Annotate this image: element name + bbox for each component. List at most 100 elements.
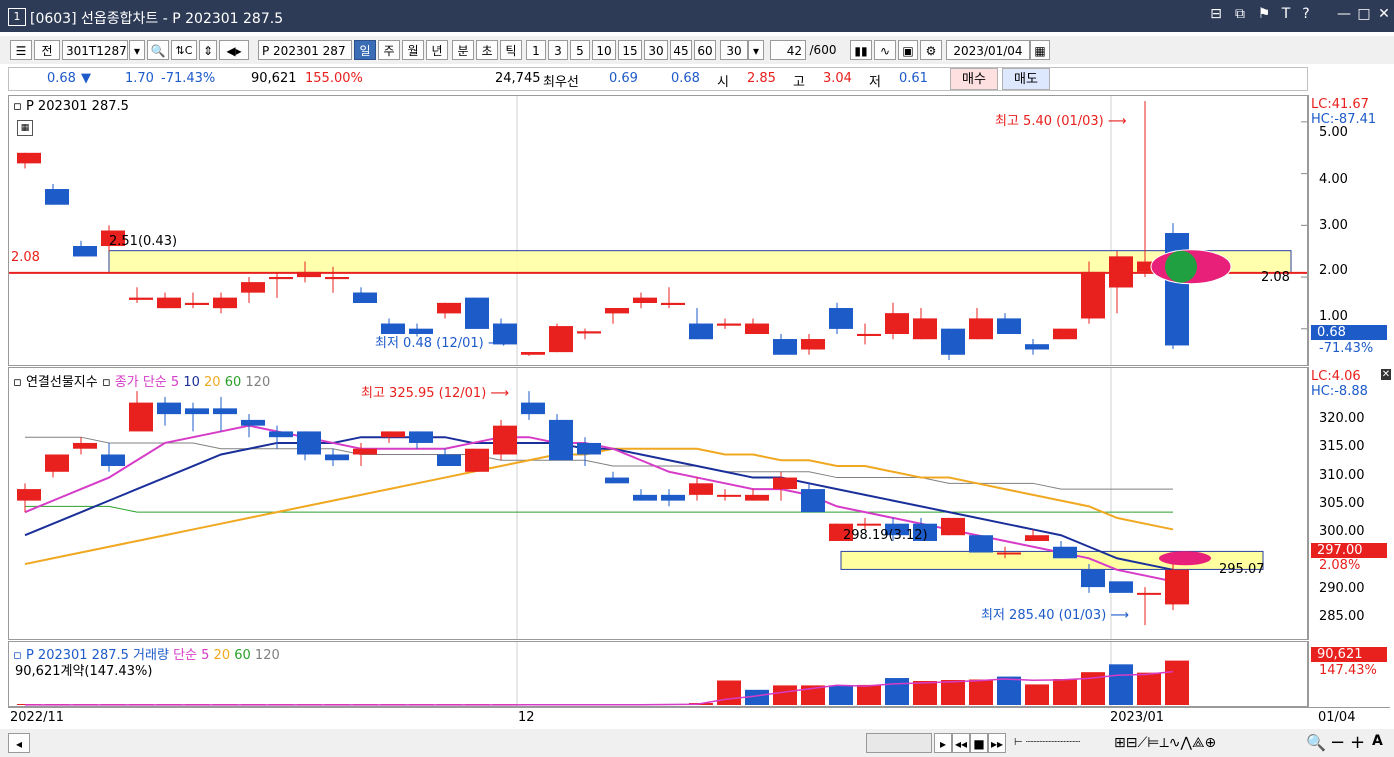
open-price: 2.85 [747,71,776,86]
candle-body [717,323,741,326]
period-year[interactable]: 년 [426,40,448,60]
volume-pane[interactable]: ▫ P 202301 287.5 거래량 단순 5 20 60 120 90,6… [8,641,1308,707]
table-icon[interactable]: ▦ [17,120,33,136]
close-icon[interactable]: ✕ [1374,6,1394,22]
price-high-note: 최고 5.40 (01/03) ⟶ [995,114,1127,129]
candle-body [521,402,545,415]
sell-button[interactable]: 매도 [1002,68,1050,90]
interval-60[interactable]: 60 [694,40,716,60]
full-button[interactable]: 전 [34,40,60,60]
scroll-left-icon[interactable]: ◂ [8,733,30,753]
index-tick-305: 305.00 [1319,496,1365,511]
forward-icon[interactable]: ▸▸ [988,733,1006,753]
volume-ma-120: 120 [254,648,280,663]
settings-gear-icon[interactable]: ⚙ [920,40,942,60]
candle-body [381,431,405,438]
date-label-nov: 2022/11 [10,710,65,725]
price-axis: LC:41.67 HC:-87.41 5.00 4.00 3.00 2.00 1… [1308,95,1390,366]
candle-body [465,297,489,329]
interval-input[interactable]: 30 [720,40,748,60]
interval-3[interactable]: 3 [548,40,568,60]
period-day[interactable]: 일 [354,40,376,60]
code-dropdown-icon[interactable]: ▾ [129,40,145,60]
index-lc: LC:4.06 [1311,369,1361,384]
candle-body [101,454,125,467]
best-ask: 0.69 [609,71,638,86]
speaker-icon[interactable]: ◀▸ [219,40,249,60]
candle-body [1053,546,1077,559]
interval-30[interactable]: 30 [644,40,668,60]
zoom-out-icon[interactable]: − [1330,732,1345,753]
interval-10[interactable]: 10 [592,40,616,60]
minimize-icon[interactable]: — [1334,6,1354,22]
candle-body [353,292,377,303]
calendar-icon[interactable]: ▦ [1030,40,1050,60]
chart-scroll-bar: ◂ ▸ ◂◂ ■ ▸▸ ⊢ ┈┈┈┈┈┈┈┈┈ ⊞⊟⟋⊨⟂∿⋀⟁⊕ 🔍 − + … [0,729,1394,757]
price-pane[interactable]: ▫ P 202301 287.5 ▦ 최고 5.40 (01/03) ⟶ 최저 … [8,95,1308,366]
index-ma-20: 20 [204,375,221,390]
period-week[interactable]: 주 [378,40,400,60]
zoom-in-icon[interactable]: + [1350,732,1365,753]
interval-5[interactable]: 5 [570,40,590,60]
index-low-note-text: 최저 285.40 (01/03) [981,608,1107,623]
search-icon[interactable]: 🔍 [147,40,169,60]
candle-style-icon[interactable]: ▮▮ [850,40,872,60]
interval-dropdown-icon[interactable]: ▾ [748,40,764,60]
code-input[interactable]: 301T1287 [62,40,128,60]
save-icon[interactable]: ▣ [898,40,918,60]
index-chart-svg [17,368,1264,639]
volume-bar [857,684,881,705]
period-month[interactable]: 월 [402,40,424,60]
compare-icon[interactable]: ⇅C [171,40,197,60]
pane-close-icon[interactable]: ✕ [1381,369,1391,380]
stop-icon[interactable]: ■ [970,733,988,753]
volume-ma-20: 20 [213,648,231,663]
help-icon[interactable]: ? [1296,6,1316,22]
volume-ma-5: 5 [201,648,210,663]
date-input[interactable]: 2023/01/04 [946,40,1030,60]
candle-body [493,425,517,455]
count-input[interactable]: 42 [770,40,806,60]
candle-body [633,494,657,501]
interval-45[interactable]: 45 [670,40,692,60]
pin-icon[interactable]: ⚑ [1254,6,1274,22]
buy-button[interactable]: 매수 [950,68,998,90]
high-price: 3.04 [823,71,852,86]
interval-1[interactable]: 1 [526,40,546,60]
period-tick[interactable]: 틱 [500,40,522,60]
font-icon[interactable]: T [1276,6,1296,22]
zoom-slider[interactable]: ⊢ ┈┈┈┈┈┈┈┈┈ [1014,733,1108,753]
interval-15[interactable]: 15 [618,40,642,60]
period-minute[interactable]: 분 [452,40,474,60]
spin-icon[interactable]: ⇕ [199,40,217,60]
restore-layout-icon[interactable]: ⊟ [1206,6,1226,22]
candle-body [325,277,349,280]
index-tick-310: 310.00 [1319,468,1365,483]
candle-body [549,419,573,461]
volume-bar [1109,664,1133,705]
candle-body [941,517,965,536]
maximize-icon[interactable]: □ [1354,6,1374,22]
candle-body [465,448,489,472]
index-ma-10: 10 [183,375,200,390]
period-second[interactable]: 초 [476,40,498,60]
candle-body [213,297,237,309]
candle-body [241,419,265,426]
menu-icon[interactable]: ☰ [10,40,32,60]
indicator-icon[interactable]: ∿ [874,40,896,60]
price-change-pct: -71.43% [161,71,216,86]
scroll-thumb[interactable] [866,733,932,753]
drawing-tools-icons[interactable]: ⊞⊟⟋⊨⟂∿⋀⟁⊕ [1114,735,1216,751]
rewind-icon[interactable]: ◂◂ [952,733,970,753]
auto-scale-icon[interactable]: A [1372,733,1383,749]
play-icon[interactable]: ▸ [934,733,952,753]
tile-window-icon[interactable]: ⧉ [1230,6,1250,22]
index-axis: LC:4.06 HC:-8.88 ✕ 320.00 315.00 310.00 … [1308,367,1391,640]
price-pane-title-text: P 202301 287.5 [25,99,129,114]
price-low-note-text: 최저 0.48 (12/01) [375,336,484,351]
zoom-search-icon[interactable]: 🔍 [1306,733,1326,752]
candle-body [773,339,797,355]
volume-bar [1165,660,1189,705]
index-pane[interactable]: ▫ 연결선물지수 ▫ 종가 단순 5 10 20 60 120 최고 325.9… [8,367,1308,640]
volume-bar [1137,672,1161,705]
